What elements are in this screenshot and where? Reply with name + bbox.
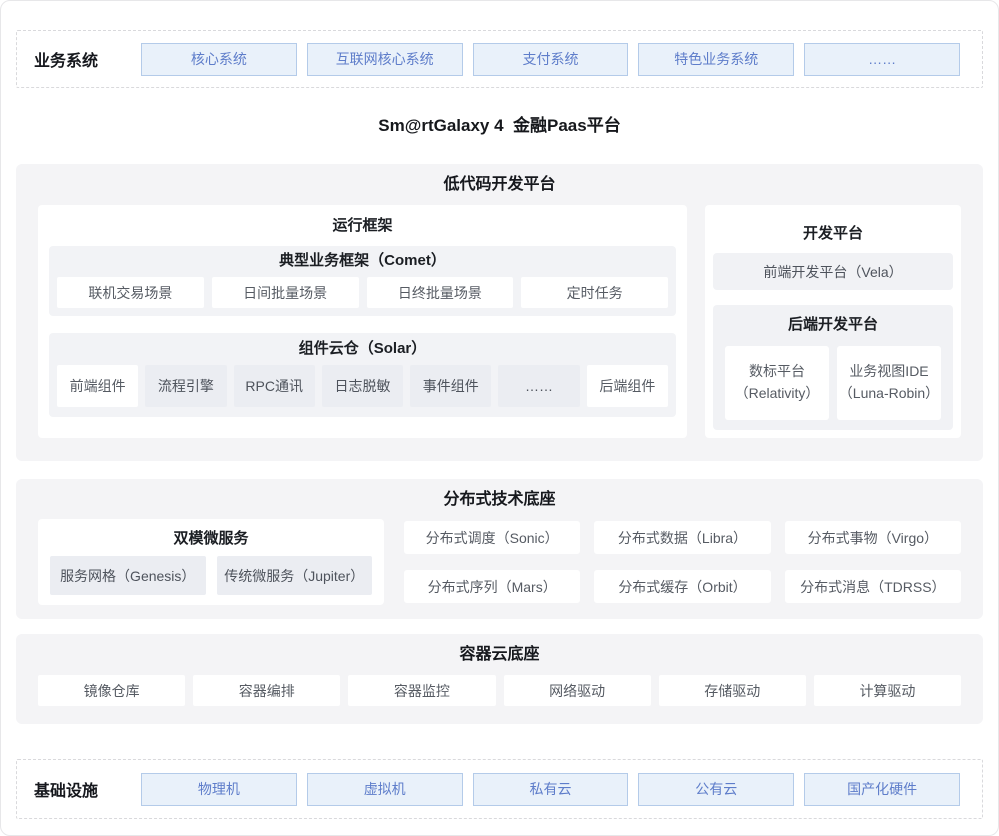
distributed-item: 分布式数据（Libra） [594,521,770,554]
solar-items: 前端组件 流程引擎 RPC通讯 日志脱敏 事件组件 …… 后端组件 [57,365,668,407]
comet-items: 联机交易场景 日间批量场景 日终批量场景 定时任务 [57,277,668,308]
lowcode-platform-section: 低代码开发平台 运行框架 典型业务框架（Comet） 联机交易场景 日间批量场景… [16,164,983,461]
distributed-item: 分布式缓存（Orbit） [594,570,770,603]
distributed-tech-section: 分布式技术底座 双模微服务 服务网格（Genesis） 传统微服务（Jupite… [16,479,983,619]
business-systems-boxes: 核心系统 互联网核心系统 支付系统 特色业务系统 …… [141,43,960,76]
relativity-platform: 数标平台 （Relativity） [725,346,829,420]
platform-title: Sm@rtGalaxy 4 金融Paas平台 [1,116,998,136]
comet-item: 联机交易场景 [57,277,204,308]
dev-platform-card: 开发平台 前端开发平台（Vela） 后端开发平台 数标平台 （Relativit… [705,205,961,438]
comet-framework-title: 典型业务框架（Comet） [57,253,668,268]
business-system-box: 互联网核心系统 [307,43,463,76]
infrastructure-label: 基础设施 [34,777,141,801]
business-system-box-more: …… [804,43,960,76]
distributed-item: 分布式消息（TDRSS） [785,570,961,603]
solar-item: 事件组件 [410,365,491,407]
distributed-grid: 分布式调度（Sonic） 分布式数据（Libra） 分布式事物（Virgo） 分… [404,519,961,605]
dual-microservice-card: 双模微服务 服务网格（Genesis） 传统微服务（Jupiter） [38,519,384,605]
infrastructure-box: 虚拟机 [307,773,463,806]
backend-platform-items: 数标平台 （Relativity） 业务视图IDE （Luna-Robin） [723,346,943,420]
jupiter-microservice: 传统微服务（Jupiter） [217,556,373,595]
solar-component-card: 组件云仓（Solar） 前端组件 流程引擎 RPC通讯 日志脱敏 事件组件 ……… [49,333,676,417]
genesis-service-mesh: 服务网格（Genesis） [50,556,206,595]
distributed-item: 分布式事物（Virgo） [785,521,961,554]
runtime-framework-title: 运行框架 [49,218,676,233]
vela-frontend-platform: 前端开发平台（Vela） [713,253,953,290]
infrastructure-box: 公有云 [638,773,794,806]
container-cloud-item: 网络驱动 [504,675,651,706]
comet-item: 定时任务 [521,277,668,308]
container-cloud-item: 存储驱动 [659,675,806,706]
container-cloud-title: 容器云底座 [38,647,961,663]
container-cloud-item: 容器监控 [348,675,495,706]
business-system-box: 特色业务系统 [638,43,794,76]
infrastructure-box: 私有云 [473,773,629,806]
distributed-body: 双模微服务 服务网格（Genesis） 传统微服务（Jupiter） 分布式调度… [38,519,961,605]
solar-item: 流程引擎 [145,365,226,407]
luna-robin-ide: 业务视图IDE （Luna-Robin） [837,346,941,420]
backend-platform-card: 后端开发平台 数标平台 （Relativity） 业务视图IDE （Luna-R… [713,305,953,430]
dev-platform-title: 开发平台 [713,226,953,241]
container-cloud-item: 计算驱动 [814,675,961,706]
distributed-item: 分布式序列（Mars） [404,570,580,603]
solar-item-back: 后端组件 [587,365,668,407]
solar-item-more: …… [498,365,579,407]
business-system-box: 支付系统 [473,43,629,76]
business-systems-panel: 业务系统 核心系统 互联网核心系统 支付系统 特色业务系统 …… [16,30,983,88]
container-cloud-section: 容器云底座 镜像仓库 容器编排 容器监控 网络驱动 存储驱动 计算驱动 [16,634,983,724]
backend-platform-title: 后端开发平台 [723,317,943,332]
comet-item: 日终批量场景 [367,277,514,308]
comet-item: 日间批量场景 [212,277,359,308]
infrastructure-box: 物理机 [141,773,297,806]
solar-item-front: 前端组件 [57,365,138,407]
container-cloud-item: 镜像仓库 [38,675,185,706]
container-cloud-items: 镜像仓库 容器编排 容器监控 网络驱动 存储驱动 计算驱动 [38,675,961,706]
runtime-framework-card: 运行框架 典型业务框架（Comet） 联机交易场景 日间批量场景 日终批量场景 … [38,205,687,438]
lowcode-platform-title: 低代码开发平台 [38,177,961,193]
comet-framework-card: 典型业务框架（Comet） 联机交易场景 日间批量场景 日终批量场景 定时任务 [49,246,676,316]
solar-component-title: 组件云仓（Solar） [57,341,668,356]
infrastructure-box: 国产化硬件 [804,773,960,806]
architecture-diagram: 业务系统 核心系统 互联网核心系统 支付系统 特色业务系统 …… Sm@rtGa… [0,0,999,836]
distributed-tech-title: 分布式技术底座 [38,492,961,508]
solar-item: RPC通讯 [234,365,315,407]
infrastructure-boxes: 物理机 虚拟机 私有云 公有云 国产化硬件 [141,773,960,806]
lowcode-body: 运行框架 典型业务框架（Comet） 联机交易场景 日间批量场景 日终批量场景 … [38,205,961,438]
solar-item: 日志脱敏 [322,365,403,407]
distributed-item: 分布式调度（Sonic） [404,521,580,554]
dual-microservice-items: 服务网格（Genesis） 传统微服务（Jupiter） [50,556,372,595]
container-cloud-item: 容器编排 [193,675,340,706]
dual-microservice-title: 双模微服务 [50,531,372,546]
business-systems-label: 业务系统 [34,47,141,71]
business-system-box: 核心系统 [141,43,297,76]
infrastructure-panel: 基础设施 物理机 虚拟机 私有云 公有云 国产化硬件 [16,759,983,819]
